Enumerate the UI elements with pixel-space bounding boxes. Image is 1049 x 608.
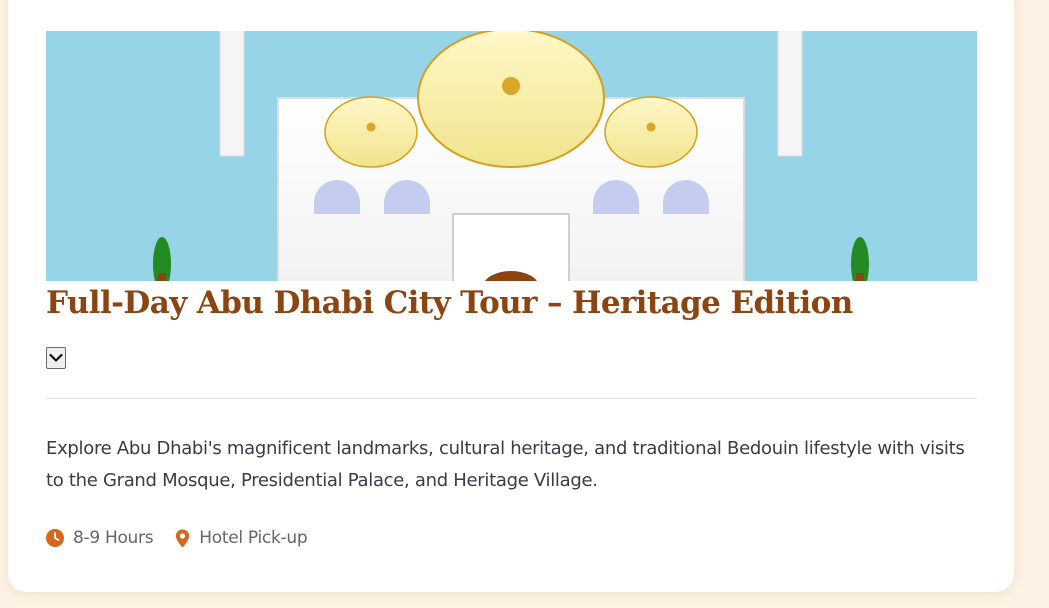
pickup-meta: Hotel Pick-up bbox=[175, 528, 308, 548]
tree-right-trunk bbox=[856, 273, 864, 281]
main-dome-finial bbox=[502, 77, 520, 95]
tour-description: Explore Abu Dhabi's magnificent landmark… bbox=[46, 438, 965, 491]
tree-left-trunk bbox=[158, 273, 166, 281]
pickup-text: Hotel Pick-up bbox=[199, 528, 308, 548]
tour-meta: 8-9 Hours Hotel Pick-up bbox=[46, 528, 308, 548]
duration-meta: 8-9 Hours bbox=[46, 528, 154, 548]
expand-toggle[interactable] bbox=[46, 347, 66, 369]
minaret-left bbox=[219, 31, 245, 157]
map-pin-icon bbox=[175, 529, 190, 548]
duration-text: 8-9 Hours bbox=[73, 528, 154, 548]
clock-icon bbox=[46, 529, 64, 547]
main-dome bbox=[417, 31, 605, 168]
side-dome-left bbox=[324, 96, 418, 168]
tour-hero-image bbox=[46, 31, 977, 281]
side-dome-left-finial bbox=[366, 122, 376, 132]
chevron-down-icon bbox=[49, 353, 63, 362]
divider bbox=[46, 398, 977, 399]
tour-title: Full-Day Abu Dhabi City Tour – Heritage … bbox=[46, 285, 853, 321]
minaret-right bbox=[777, 31, 803, 157]
side-dome-right bbox=[604, 96, 698, 168]
mosque-door bbox=[452, 213, 570, 281]
side-dome-right-finial bbox=[646, 122, 656, 132]
